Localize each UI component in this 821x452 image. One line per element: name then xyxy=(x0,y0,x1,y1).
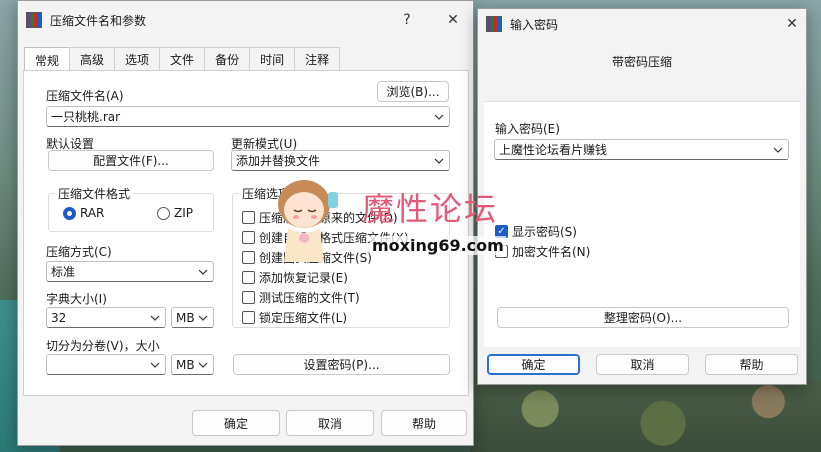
dict-unit-combo[interactable]: MB xyxy=(171,307,214,328)
format-rar-label: RAR xyxy=(80,206,105,220)
chevron-down-icon[interactable] xyxy=(149,359,161,371)
tab-advanced[interactable]: 高级 xyxy=(69,47,116,71)
update-mode-combo[interactable]: 添加并替换文件 xyxy=(231,150,450,171)
compression-method-label: 压缩方式(C) xyxy=(46,245,112,259)
tab-options[interactable]: 选项 xyxy=(114,47,161,71)
chevron-down-icon[interactable] xyxy=(433,111,445,123)
split-unit-value: MB xyxy=(176,357,195,372)
winrar-app-icon xyxy=(486,16,502,32)
checkbox-unchecked-icon xyxy=(242,271,255,284)
archive-format-title: 压缩文件格式 xyxy=(55,185,134,202)
dict-size-label: 字典大小(I) xyxy=(46,292,107,306)
checkbox-unchecked-icon xyxy=(242,291,255,304)
archive-settings-window: 压缩文件名和参数 ? ✕ 常规 高级 选项 文件 备份 时间 注释 压缩文件名(… xyxy=(17,0,474,446)
dict-size-combo[interactable]: 32 xyxy=(46,307,166,328)
radio-selected-icon xyxy=(63,206,76,220)
profiles-button[interactable]: 配置文件(F)... xyxy=(48,150,214,171)
set-password-button[interactable]: 设置密码(P)... xyxy=(233,354,450,375)
tab-general[interactable]: 常规 xyxy=(24,47,71,72)
close-icon[interactable]: ✕ xyxy=(780,13,804,35)
checkbox-unchecked-icon xyxy=(242,211,255,224)
split-size-combo[interactable] xyxy=(46,354,166,375)
help-icon[interactable]: ? xyxy=(395,9,419,31)
organize-passwords-button[interactable]: 整理密码(O)... xyxy=(497,307,789,328)
tab-comment[interactable]: 注释 xyxy=(294,47,341,71)
tab-time[interactable]: 时间 xyxy=(249,47,296,71)
window-title: 压缩文件名和参数 xyxy=(50,13,147,28)
dict-unit-value: MB xyxy=(176,310,195,325)
password-window-title: 输入密码 xyxy=(510,17,559,32)
options-title: 压缩选项 xyxy=(239,185,294,202)
password-combo[interactable]: 上魔性论坛看片赚钱 xyxy=(494,139,789,160)
dict-size-value: 32 xyxy=(51,310,67,325)
help-button[interactable]: 帮助 xyxy=(381,410,467,436)
encrypt-names-label: 加密文件名(N) xyxy=(512,245,591,259)
chevron-down-icon[interactable] xyxy=(197,312,209,324)
compression-options-group: 压缩选项 压缩后删除原来的文件(D) 创建自解压格式压缩文件(X) 创建固实压缩… xyxy=(232,185,450,328)
test-files-checkbox[interactable]: 测试压缩的文件(T) xyxy=(242,289,360,306)
close-icon[interactable]: ✕ xyxy=(441,9,465,31)
update-mode-value: 添加并替换文件 xyxy=(236,154,321,168)
option-label: 添加恢复记录(E) xyxy=(259,271,348,285)
browse-button[interactable]: 浏览(B)... xyxy=(377,81,449,102)
option-label: 测试压缩的文件(T) xyxy=(259,291,360,305)
cancel-button[interactable]: 取消 xyxy=(286,410,374,436)
dialog-subtitle: 带密码压缩 xyxy=(611,55,672,69)
archive-name-combo[interactable]: 一只桃桃.rar xyxy=(46,106,450,127)
tab-bar: 常规 高级 选项 文件 备份 时间 注释 xyxy=(24,47,341,72)
format-zip-radio[interactable]: ZIP xyxy=(157,206,193,220)
chevron-down-icon[interactable] xyxy=(433,155,445,167)
compression-method-value: 标准 xyxy=(51,265,76,279)
desktop-background-trees xyxy=(470,380,821,452)
option-label: 创建固实压缩文件(S) xyxy=(259,251,372,265)
archive-name-label: 压缩文件名(A) xyxy=(46,89,124,103)
radio-unselected-icon xyxy=(157,206,170,220)
create-sfx-checkbox[interactable]: 创建自解压格式压缩文件(X) xyxy=(242,229,409,246)
split-unit-combo[interactable]: MB xyxy=(171,354,214,375)
password-value: 上魔性论坛看片赚钱 xyxy=(499,143,608,157)
general-tab-panel: 压缩文件名(A) 浏览(B)... 一只桃桃.rar 默认设置 配置文件(F).… xyxy=(23,70,469,396)
winrar-app-icon xyxy=(26,12,42,28)
chevron-down-icon[interactable] xyxy=(149,312,161,324)
checkbox-checked-icon: ✓ xyxy=(495,225,508,238)
password-cancel-button[interactable]: 取消 xyxy=(596,354,689,375)
create-solid-checkbox[interactable]: 创建固实压缩文件(S) xyxy=(242,249,372,266)
checkbox-unchecked-icon xyxy=(242,231,255,244)
tab-backup[interactable]: 备份 xyxy=(204,47,251,71)
password-dialog: 输入密码 ✕ 带密码压缩 输入密码(E) 上魔性论坛看片赚钱 ✓ 显示密码(S)… xyxy=(477,8,807,385)
dialog-header: 带密码压缩 xyxy=(478,39,806,101)
show-password-checkbox[interactable]: ✓ 显示密码(S) xyxy=(495,223,577,240)
archive-name-value: 一只桃桃.rar xyxy=(51,110,121,124)
password-title-bar[interactable]: 输入密码 ✕ xyxy=(478,9,806,39)
tab-files[interactable]: 文件 xyxy=(159,47,206,71)
format-zip-label: ZIP xyxy=(174,206,193,220)
password-help-button[interactable]: 帮助 xyxy=(705,354,798,375)
archive-format-group: 压缩文件格式 RAR ZIP xyxy=(48,185,214,232)
checkbox-unchecked-icon xyxy=(242,311,255,324)
lock-archive-checkbox[interactable]: 锁定压缩文件(L) xyxy=(242,309,347,326)
option-label: 锁定压缩文件(L) xyxy=(259,311,348,325)
chevron-down-icon[interactable] xyxy=(772,144,784,156)
password-panel: 输入密码(E) 上魔性论坛看片赚钱 ✓ 显示密码(S) 加密文件名(N) 整理密… xyxy=(484,101,800,347)
checkbox-unchecked-icon xyxy=(495,245,508,258)
option-label: 压缩后删除原来的文件(D) xyxy=(259,211,398,225)
recovery-record-checkbox[interactable]: 添加恢复记录(E) xyxy=(242,269,348,286)
chevron-down-icon[interactable] xyxy=(197,359,209,371)
option-label: 创建自解压格式压缩文件(X) xyxy=(259,231,409,245)
format-rar-radio[interactable]: RAR xyxy=(63,206,104,220)
title-bar[interactable]: 压缩文件名和参数 ? ✕ xyxy=(18,1,473,39)
password-ok-button[interactable]: 确定 xyxy=(487,354,580,375)
split-volumes-label: 切分为分卷(V)，大小 xyxy=(46,339,160,353)
show-password-label: 显示密码(S) xyxy=(512,225,577,239)
ok-button[interactable]: 确定 xyxy=(192,410,280,436)
encrypt-names-checkbox[interactable]: 加密文件名(N) xyxy=(495,243,590,260)
checkbox-unchecked-icon xyxy=(242,251,255,264)
password-label: 输入密码(E) xyxy=(495,122,560,136)
compression-method-combo[interactable]: 标准 xyxy=(46,261,214,282)
delete-after-checkbox[interactable]: 压缩后删除原来的文件(D) xyxy=(242,209,398,226)
chevron-down-icon[interactable] xyxy=(197,266,209,278)
